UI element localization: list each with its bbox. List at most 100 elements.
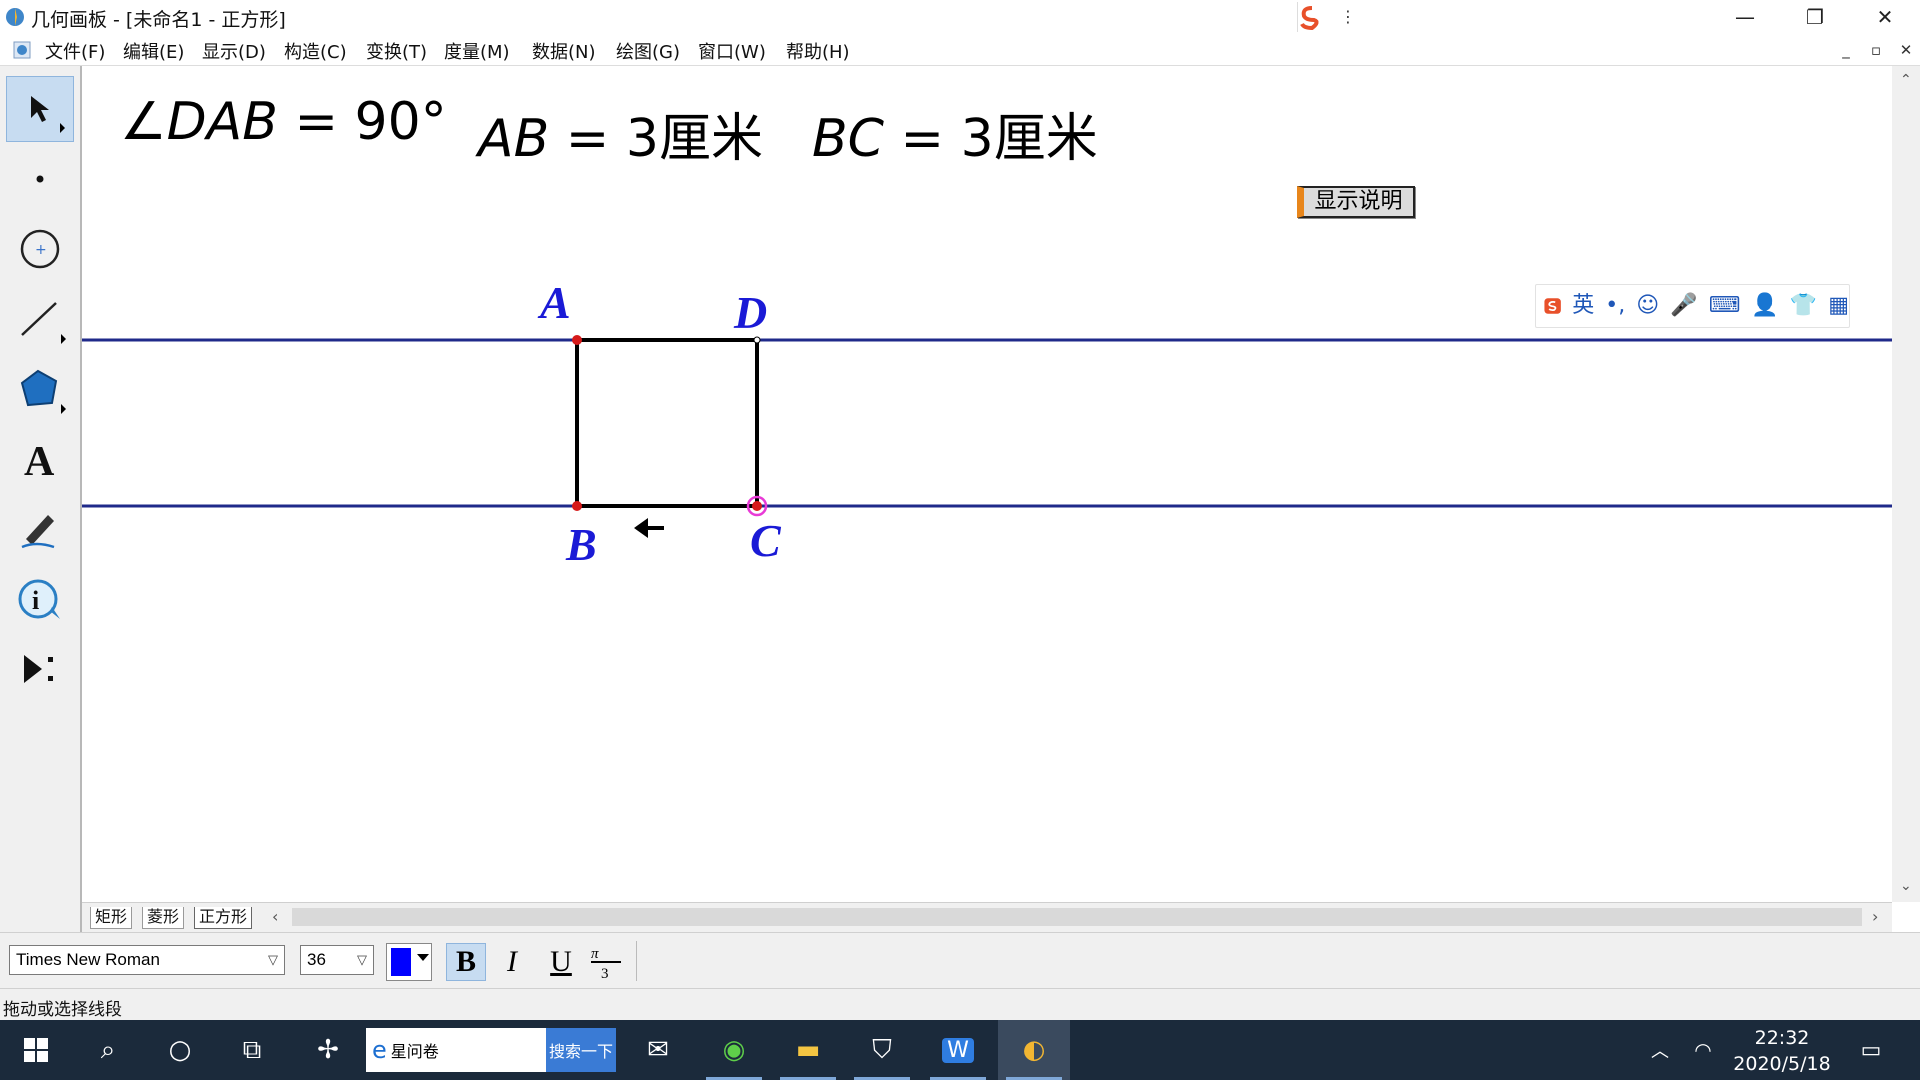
restore-button[interactable]: ❐ [1780, 0, 1850, 34]
clock-date: 2020/5/18 [1733, 1053, 1831, 1075]
scroll-up-icon[interactable]: ⌃ [1900, 72, 1912, 88]
keyboard-icon[interactable]: ⌨ [1709, 295, 1741, 317]
wps-writer-icon[interactable]: W [922, 1020, 994, 1080]
svg-text:+: + [35, 242, 47, 258]
arrow-select-icon [31, 96, 49, 122]
font-family-select[interactable]: Times New Roman ▽ [9, 945, 285, 975]
security-shield-icon[interactable]: ⛉ [846, 1020, 918, 1080]
grid-icon[interactable]: ▦ [1828, 295, 1849, 317]
math-format-button[interactable]: π3 [586, 943, 626, 981]
start-button[interactable] [0, 1020, 72, 1080]
user-icon[interactable]: 👤 [1751, 295, 1778, 317]
measurement-angle-dab[interactable]: ∠DAB = 90° [120, 92, 447, 152]
close-button[interactable]: ✕ [1850, 0, 1920, 34]
browser-icon[interactable]: ◉ [698, 1020, 770, 1080]
sogou-logo-icon[interactable] [1544, 287, 1561, 325]
taskbar-search-box[interactable]: e 星问卷 [366, 1028, 546, 1072]
text-color-picker[interactable] [386, 943, 432, 981]
ime-toolbar: 英 •, ☺ 🎤 ⌨ 👤 👕 ▦ [1535, 284, 1850, 328]
taskbar-search-button[interactable]: 搜索一下 [546, 1028, 616, 1072]
document-icon[interactable] [12, 40, 32, 60]
pinwheel-app-icon[interactable]: ✢ [292, 1020, 364, 1080]
vertical-scrollbar[interactable]: ⌃ ⌄ [1892, 66, 1920, 902]
font-size-select[interactable]: 36 ▽ [300, 945, 374, 975]
mic-icon[interactable]: 🎤 [1670, 295, 1697, 317]
ime-tray-icon[interactable]: ⋮ [1297, 2, 1363, 32]
window-title: 几何画板 - [未命名1 - 正方形] [31, 9, 286, 31]
menu-edit[interactable]: 编辑(E) [123, 38, 184, 64]
doc-minimize-button[interactable]: _ [1833, 41, 1859, 61]
emoji-icon[interactable]: ☺ [1636, 295, 1659, 317]
horizontal-scrollbar[interactable] [292, 908, 1862, 926]
scroll-down-icon[interactable]: ⌄ [1900, 878, 1912, 894]
chevron-down-icon: ▽ [357, 952, 367, 967]
polygon-icon [20, 369, 58, 407]
polygon-tool-button[interactable] [6, 356, 74, 422]
label-a[interactable]: A [537, 277, 571, 328]
arrow-tool-button[interactable] [6, 76, 74, 142]
bold-button[interactable]: B [446, 943, 486, 981]
straightedge-tool-button[interactable] [6, 286, 74, 352]
point-c[interactable] [752, 501, 762, 511]
doc-close-button[interactable]: ✕ [1893, 41, 1919, 61]
measurement-ab[interactable]: AB = 3厘米 [478, 96, 763, 171]
tab-square[interactable]: 正方形 [194, 907, 253, 929]
menu-transform[interactable]: 变换(T) [366, 38, 427, 64]
chevron-down-icon: ▽ [268, 952, 278, 967]
menu-file[interactable]: 文件(F) [45, 38, 105, 64]
measurement-bc[interactable]: BC = 3厘米 [812, 96, 1098, 171]
show-instructions-button[interactable]: 显示说明 [1297, 186, 1415, 218]
point-icon [36, 175, 44, 183]
svg-text:π: π [591, 946, 599, 962]
text-tool-button[interactable]: A [6, 426, 74, 492]
toolbox: + A i [0, 66, 82, 932]
chevron-down-icon [417, 954, 429, 961]
straightedge-icon [21, 302, 57, 336]
underline-button[interactable]: U [541, 943, 581, 981]
information-tool-button[interactable]: i [6, 566, 74, 632]
label-b[interactable]: B [565, 519, 597, 570]
menu-graph[interactable]: 绘图(G) [616, 38, 680, 64]
tab-rectangle[interactable]: 矩形 [90, 907, 133, 929]
doc-restore-button[interactable]: ▫ [1863, 41, 1889, 61]
label-d[interactable]: D [733, 287, 767, 338]
notification-icon[interactable]: ▭ [1846, 1020, 1896, 1080]
point-a[interactable] [572, 335, 582, 345]
compass-tool-button[interactable]: + [6, 216, 74, 282]
point-b[interactable] [572, 501, 582, 511]
geometry-drawing[interactable]: A D B C [82, 66, 1892, 902]
file-explorer-icon[interactable]: ▬ [772, 1020, 844, 1080]
mail-icon[interactable]: ✉ [622, 1020, 694, 1080]
scroll-right-icon[interactable]: › [1872, 907, 1878, 926]
wifi-icon[interactable]: ◠ [1680, 1020, 1726, 1080]
cortana-icon[interactable]: ○ [144, 1020, 216, 1080]
menu-window[interactable]: 窗口(W) [698, 38, 766, 64]
punctuation-icon[interactable]: •, [1605, 295, 1625, 317]
scroll-left-icon[interactable]: ‹ [272, 907, 278, 926]
point-tool-button[interactable] [6, 146, 74, 212]
geometer-sketchpad-taskbar-icon[interactable]: ◐ [998, 1020, 1070, 1080]
menu-construct[interactable]: 构造(C) [284, 38, 347, 64]
menu-measure[interactable]: 度量(M) [444, 38, 510, 64]
svg-text:i: i [32, 586, 39, 615]
custom-tool-button[interactable] [6, 636, 74, 702]
chevron-up-icon[interactable]: ︿ [1636, 1020, 1684, 1080]
status-text: 拖动或选择线段 [3, 1000, 122, 1020]
math-format-icon: π3 [591, 946, 621, 980]
tab-rhombus[interactable]: 菱形 [142, 907, 185, 929]
menu-display[interactable]: 显示(D) [202, 38, 266, 64]
status-bar: 拖动或选择线段 [0, 988, 1920, 1020]
svg-text:⋮: ⋮ [1340, 7, 1356, 26]
search-icon[interactable]: ⌕ [72, 1020, 144, 1080]
sketch-canvas[interactable]: A D B C ∠DAB = 90° AB = 3厘米 BC = 3厘米 [82, 66, 1892, 902]
system-clock[interactable]: 22:32 2020/5/18 [1724, 1025, 1840, 1077]
task-view-icon[interactable]: ⧉ [216, 1020, 288, 1080]
menu-help[interactable]: 帮助(H) [786, 38, 850, 64]
skin-icon[interactable]: 👕 [1790, 295, 1817, 317]
menu-data[interactable]: 数据(N) [532, 38, 596, 64]
italic-button[interactable]: I [492, 943, 532, 981]
label-c[interactable]: C [750, 515, 782, 566]
marker-tool-button[interactable] [6, 496, 74, 562]
minimize-button[interactable]: — [1710, 0, 1780, 34]
ime-mode-label[interactable]: 英 [1572, 295, 1594, 317]
